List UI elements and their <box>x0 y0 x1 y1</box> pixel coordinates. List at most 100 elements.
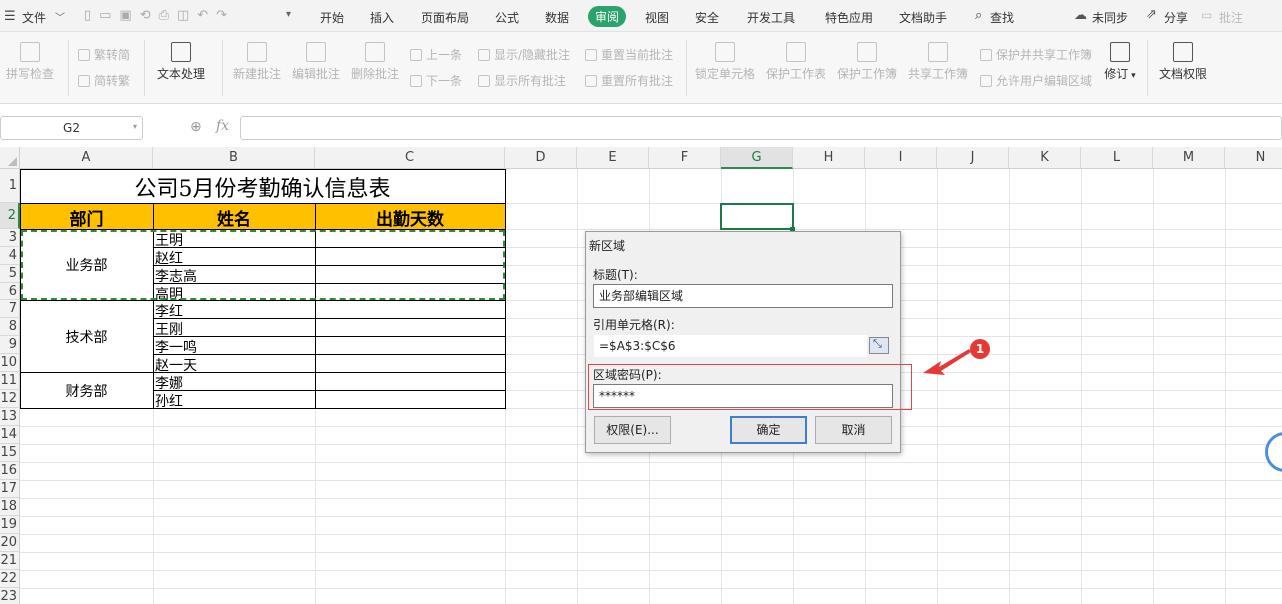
row-header[interactable]: 17 <box>0 480 20 498</box>
new-comment-icon <box>247 42 267 62</box>
header-cell[interactable]: 出勤天数 <box>315 205 505 230</box>
column-header[interactable]: K <box>1009 147 1081 169</box>
ok-button[interactable]: 确定 <box>730 416 807 444</box>
active-cell[interactable] <box>720 203 794 230</box>
row-header[interactable]: 20 <box>0 534 20 552</box>
row-header[interactable]: 1 <box>0 169 20 203</box>
title-input[interactable]: 业务部编辑区域 <box>593 284 893 308</box>
gridline-h <box>20 498 1282 499</box>
name-box[interactable]: G2 <box>0 116 143 140</box>
row-header[interactable]: 2 <box>0 203 20 229</box>
row-header[interactable]: 13 <box>0 408 20 426</box>
edit-comment-button: 编辑批注 <box>287 42 345 82</box>
tab-start[interactable]: 开始 <box>320 9 344 26</box>
name-cell[interactable]: 王刚 <box>155 319 183 339</box>
allow-edit-ranges-button: 允许用户编辑区域 <box>980 72 1092 89</box>
show-all-comments-button: 显示所有批注 <box>478 72 566 89</box>
column-header[interactable]: C <box>315 147 505 169</box>
row-header[interactable]: 11 <box>0 372 20 390</box>
row-header[interactable]: 18 <box>0 498 20 516</box>
reset-icon <box>585 75 597 87</box>
file-menu[interactable]: 文件 <box>22 9 46 26</box>
tab-special[interactable]: 特色应用 <box>825 9 873 26</box>
tab-developer[interactable]: 开发工具 <box>747 9 795 26</box>
divider <box>222 40 223 96</box>
tab-insert[interactable]: 插入 <box>370 9 394 26</box>
protect-workbook-button: 保护工作簿 <box>834 42 900 82</box>
department-cell[interactable]: 技术部 <box>20 327 153 347</box>
row-header[interactable]: 22 <box>0 570 20 588</box>
column-header[interactable]: N <box>1225 147 1282 169</box>
tab-data[interactable]: 数据 <box>545 9 569 26</box>
department-cell[interactable]: 财务部 <box>20 381 153 401</box>
tab-review[interactable]: 审阅 <box>588 6 627 27</box>
row-header[interactable]: 9 <box>0 336 20 354</box>
floating-assistant-icon[interactable] <box>1265 432 1282 472</box>
column-header[interactable]: F <box>649 147 721 169</box>
chevron-down-icon[interactable]: ﹀ <box>55 9 65 24</box>
row-header[interactable]: 21 <box>0 552 20 570</box>
name-cell[interactable]: 李一鸣 <box>155 337 197 357</box>
text-process-button[interactable]: 文本处理 <box>150 42 212 82</box>
share-icon[interactable]: ⇗ <box>1146 7 1157 22</box>
row-header[interactable]: 5 <box>0 265 20 283</box>
customize-quick-access-icon[interactable]: ▾ <box>286 9 291 20</box>
tab-formula[interactable]: 公式 <box>495 9 519 26</box>
column-header[interactable]: I <box>865 147 937 169</box>
gridline-v <box>1153 169 1154 604</box>
row-header[interactable]: 16 <box>0 462 20 480</box>
name-cell[interactable]: 李红 <box>155 301 183 321</box>
row-header[interactable]: 15 <box>0 444 20 462</box>
search-label[interactable]: 查找 <box>990 9 1014 26</box>
column-header[interactable]: E <box>577 147 649 169</box>
row-header[interactable]: 12 <box>0 390 20 408</box>
share-button[interactable]: 分享 <box>1164 9 1188 26</box>
share-workbook-icon <box>928 42 948 62</box>
sync-status[interactable]: 未同步 <box>1092 9 1128 26</box>
ref-input[interactable]: =$A$3:$C$6 <box>593 334 868 358</box>
table-border <box>505 169 506 409</box>
column-header[interactable]: L <box>1081 147 1153 169</box>
tab-security[interactable]: 安全 <box>695 9 719 26</box>
column-header[interactable]: A <box>20 147 153 169</box>
zoom-icon[interactable]: ⊕ <box>190 119 202 135</box>
column-header[interactable]: B <box>153 147 315 169</box>
search-icon[interactable]: ⌕ <box>975 8 982 23</box>
row-header[interactable]: 7 <box>0 300 20 318</box>
quick-access-icons[interactable]: ▯▭▣⟲⎙◫↶↷ <box>84 8 235 23</box>
doc-permission-icon <box>1173 42 1193 62</box>
column-header[interactable]: J <box>937 147 1009 169</box>
fx-icon[interactable]: fx <box>216 118 229 134</box>
cloud-icon[interactable]: ☁ <box>1074 8 1087 23</box>
tab-doc-assistant[interactable]: 文档助手 <box>899 9 947 26</box>
row-header[interactable]: 8 <box>0 318 20 336</box>
row-header[interactable]: 3 <box>0 229 20 247</box>
reset-icon <box>585 49 597 61</box>
cancel-button[interactable]: 取消 <box>815 416 892 444</box>
column-header-selected[interactable]: G <box>721 147 793 169</box>
column-header[interactable]: M <box>1153 147 1225 169</box>
name-cell[interactable]: 赵一天 <box>155 355 197 375</box>
row-header[interactable]: 14 <box>0 426 20 444</box>
row-header[interactable]: 4 <box>0 247 20 265</box>
row-header[interactable]: 6 <box>0 283 20 300</box>
row-header[interactable]: 19 <box>0 516 20 534</box>
header-cell[interactable]: 姓名 <box>153 205 315 230</box>
name-cell[interactable]: 李娜 <box>155 373 183 393</box>
row-header[interactable]: 10 <box>0 354 20 372</box>
tab-view[interactable]: 视图 <box>645 9 669 26</box>
revise-button[interactable]: 修订 ▾ <box>1100 42 1140 82</box>
name-box-dropdown-icon[interactable]: ▾ <box>133 122 137 131</box>
column-header[interactable]: D <box>505 147 577 169</box>
divider <box>68 40 69 96</box>
doc-permission-button[interactable]: 文档权限 <box>1154 42 1212 82</box>
sheet-title[interactable]: 公司5月份考勤确认信息表 <box>20 171 505 203</box>
name-cell[interactable]: 孙红 <box>155 391 183 411</box>
formula-input[interactable] <box>240 116 1282 140</box>
row-header[interactable]: 23 <box>0 588 20 604</box>
column-header[interactable]: H <box>793 147 865 169</box>
header-cell[interactable]: 部门 <box>20 205 153 230</box>
tab-page-layout[interactable]: 页面布局 <box>421 9 469 26</box>
hamburger-icon[interactable]: ☰ <box>4 9 16 24</box>
permission-button[interactable]: 权限(E)... <box>594 416 671 444</box>
